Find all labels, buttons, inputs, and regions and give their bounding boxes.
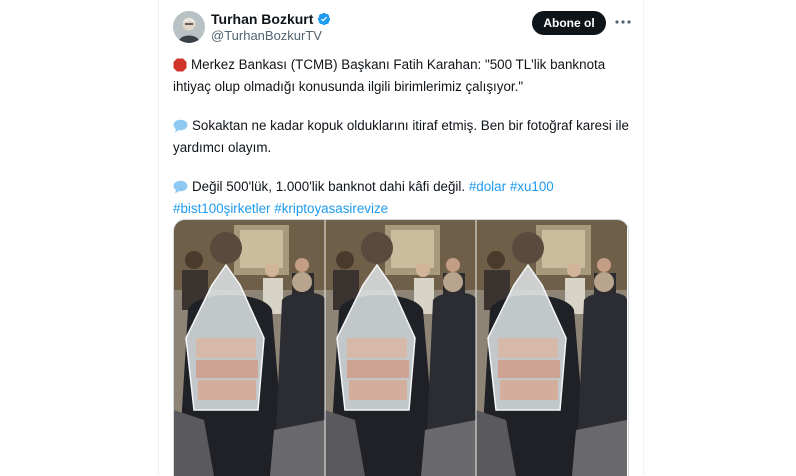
speech-bubble-icon bbox=[173, 119, 188, 138]
photo-collage-image bbox=[174, 220, 628, 476]
hashtag-dolar[interactable]: #dolar bbox=[469, 179, 506, 194]
tweet-line-2: Sokaktan ne kadar kopuk olduklarını itir… bbox=[173, 118, 629, 155]
tweet-card: Turhan Bozkurt @TurhanBozkurTV Abone ol … bbox=[158, 0, 644, 476]
more-dots-icon[interactable] bbox=[614, 15, 632, 29]
follow-button[interactable]: Abone ol bbox=[532, 11, 606, 35]
tweet-paragraph-2: Sokaktan ne kadar kopuk olduklarını itir… bbox=[173, 116, 635, 157]
name-row: Turhan Bozkurt bbox=[211, 11, 331, 27]
avatar-image bbox=[173, 11, 205, 43]
user-handle[interactable]: @TurhanBozkurTV bbox=[211, 28, 322, 43]
display-name[interactable]: Turhan Bozkurt bbox=[211, 11, 313, 27]
avatar[interactable] bbox=[173, 11, 205, 43]
hashtag-bist100sirketler[interactable]: #bist100şirketler bbox=[173, 201, 271, 216]
tweet-line-3: Değil 500'lük, 1.000'lik banknot dahi kâ… bbox=[192, 179, 466, 194]
red-stop-sign-icon bbox=[173, 58, 187, 77]
tweet-paragraph-1: Merkez Bankası (TCMB) Başkanı Fatih Kara… bbox=[173, 55, 635, 96]
tweet-paragraph-3: Değil 500'lük, 1.000'lik banknot dahi kâ… bbox=[173, 177, 635, 218]
hashtag-kriptoyasasirevize[interactable]: #kriptoyasasirevize bbox=[274, 201, 388, 216]
tweet-photo[interactable] bbox=[173, 219, 629, 476]
verified-badge-icon bbox=[318, 12, 331, 26]
speech-bubble-icon bbox=[173, 180, 188, 199]
hashtag-xu100[interactable]: #xu100 bbox=[510, 179, 554, 194]
tweet-text: Merkez Bankası (TCMB) Başkanı Fatih Kara… bbox=[173, 55, 635, 218]
tweet-line-1: Merkez Bankası (TCMB) Başkanı Fatih Kara… bbox=[173, 57, 606, 94]
